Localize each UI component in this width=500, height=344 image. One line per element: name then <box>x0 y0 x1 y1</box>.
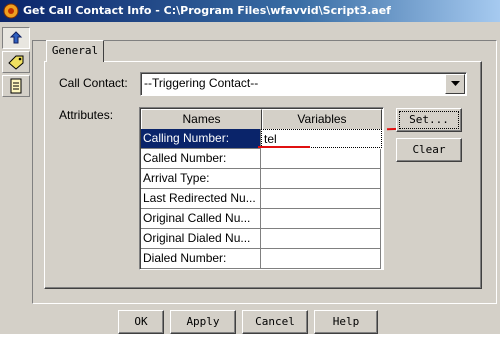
window-title: Get Call Contact Info - C:\Program Files… <box>23 4 391 17</box>
tag-icon[interactable] <box>2 51 30 73</box>
attribute-name-cell: Original Dialed Nu... <box>141 229 261 249</box>
background-window-strip <box>0 334 500 344</box>
help-button[interactable]: Help <box>314 310 378 334</box>
attribute-name-cell: Calling Number: <box>141 129 261 149</box>
attribute-name-cell: Arrival Type: <box>141 169 261 189</box>
attributes-table: Names Variables Calling Number: tel Call… <box>139 107 384 270</box>
table-row[interactable]: Last Redirected Nu... <box>141 189 381 209</box>
attribute-name-cell: Dialed Number: <box>141 249 261 269</box>
column-header-names[interactable]: Names <box>141 109 262 130</box>
chevron-down-icon[interactable] <box>445 74 465 94</box>
sidebar <box>2 27 30 99</box>
app-icon <box>3 3 19 19</box>
variable-value-cell[interactable] <box>261 209 381 229</box>
title-bar[interactable]: Get Call Contact Info - C:\Program Files… <box>0 0 500 22</box>
variable-value-cell[interactable] <box>261 149 381 169</box>
variable-value-cell[interactable] <box>261 249 381 269</box>
attributes-label: Attributes: <box>59 108 114 122</box>
clear-button[interactable]: Clear <box>396 138 462 162</box>
cancel-button[interactable]: Cancel <box>242 310 308 334</box>
document-icon[interactable] <box>2 75 30 97</box>
table-row[interactable]: Arrival Type: <box>141 169 381 189</box>
call-contact-value: --Triggering Contact-- <box>144 76 259 90</box>
upload-arrow-icon[interactable] <box>2 27 30 49</box>
table-row[interactable]: Called Number: <box>141 149 381 169</box>
call-contact-select[interactable]: --Triggering Contact-- <box>140 72 467 96</box>
dialog-window: Get Call Contact Info - C:\Program Files… <box>0 0 500 344</box>
table-row[interactable]: Original Dialed Nu... <box>141 229 381 249</box>
attribute-name-cell: Original Called Nu... <box>141 209 261 229</box>
table-row[interactable]: Original Called Nu... <box>141 209 381 229</box>
annotation-underline-tel <box>258 146 310 148</box>
call-contact-label: Call Contact: <box>59 76 128 90</box>
tab-general[interactable]: General <box>46 40 104 62</box>
table-row[interactable]: Dialed Number: <box>141 249 381 269</box>
apply-button[interactable]: Apply <box>170 310 236 334</box>
attribute-name-cell: Called Number: <box>141 149 261 169</box>
set-button[interactable]: Set... <box>396 108 462 132</box>
ok-button[interactable]: OK <box>118 310 164 334</box>
variable-value-cell[interactable] <box>261 169 381 189</box>
column-header-variables[interactable]: Variables <box>262 109 382 130</box>
variable-value-cell[interactable] <box>261 229 381 249</box>
variable-value-cell[interactable] <box>261 189 381 209</box>
attribute-name-cell: Last Redirected Nu... <box>141 189 261 209</box>
